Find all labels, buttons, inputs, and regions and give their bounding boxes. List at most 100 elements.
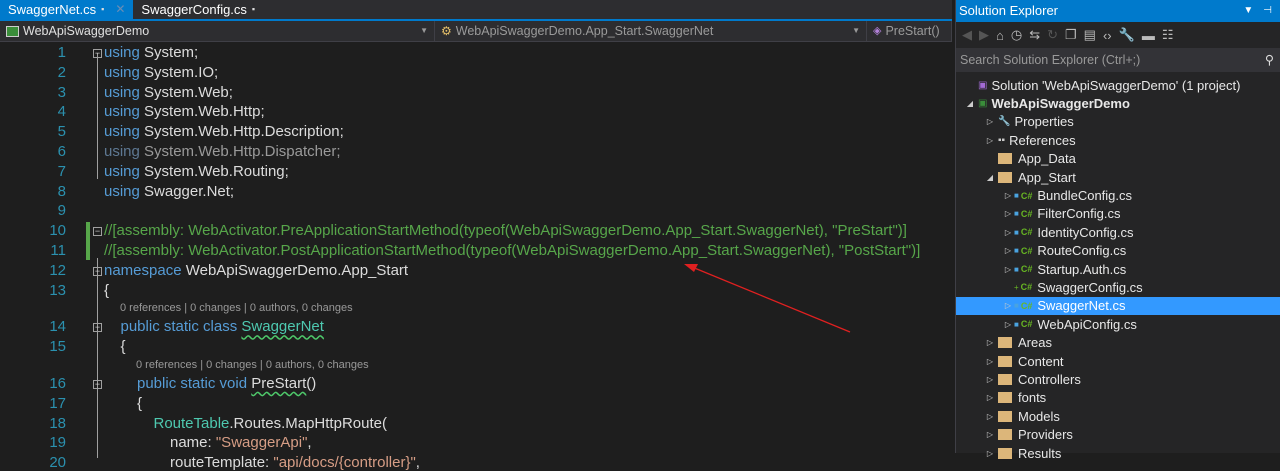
tree-item-label: Models xyxy=(1018,408,1060,424)
code-area[interactable]: 1− using System; 2 using System.IO; 3 using S… xyxy=(0,42,952,471)
type-dropdown[interactable]: ⚙ WebApiSwaggerDemo.App_Start.SwaggerNet ▼ xyxy=(435,21,867,41)
search-input[interactable]: Search Solution Explorer (Ctrl+;) ⚲ xyxy=(956,48,1280,72)
expand-arrow-icon[interactable]: ▷ xyxy=(984,393,996,402)
expand-arrow-icon[interactable]: ▷ xyxy=(1002,301,1014,310)
line-number: 1 xyxy=(57,44,66,61)
line-number: 6 xyxy=(57,143,66,160)
tree-item[interactable]: ▷ fonts xyxy=(956,389,1280,407)
search-icon[interactable]: ⚲ xyxy=(1265,48,1274,72)
code-token: public static void xyxy=(137,375,248,392)
folder-icon xyxy=(998,410,1012,422)
tree-item[interactable]: ▷ Controllers xyxy=(956,370,1280,388)
csharp-file-icon: C# xyxy=(1020,282,1033,293)
expand-arrow-icon[interactable]: ◢ xyxy=(964,99,976,108)
sync-icon[interactable]: ⇆ xyxy=(1029,27,1040,43)
code-token: System.IO; xyxy=(139,63,219,81)
tree-item[interactable]: ▷ Areas xyxy=(956,333,1280,351)
collapse-icon[interactable]: − xyxy=(93,266,102,276)
expand-arrow-icon[interactable]: ▷ xyxy=(984,412,996,421)
code-token: { xyxy=(104,281,110,299)
collapse-all-icon[interactable]: ❐ xyxy=(1065,27,1077,43)
tree-item[interactable]: ▷ 🔧 Properties xyxy=(956,113,1280,131)
tree-item[interactable]: App_Data xyxy=(956,150,1280,168)
expand-arrow-icon[interactable]: ▷ xyxy=(984,117,996,126)
pin-icon[interactable]: ⊣ xyxy=(1263,0,1272,22)
navigation-bar: WebApiSwaggerDemo ▼ ⚙ WebApiSwaggerDemo.Ap… xyxy=(0,21,952,42)
project-dropdown[interactable]: WebApiSwaggerDemo ▼ xyxy=(0,21,435,41)
folder-icon xyxy=(998,337,1012,349)
forward-icon[interactable]: ▶ xyxy=(979,27,989,43)
code-token: , xyxy=(307,434,312,452)
tree-item[interactable]: ▷ ▪▪ References xyxy=(956,131,1280,149)
codelens-info[interactable]: 0 references | 0 changes | 0 authors, 0 … xyxy=(120,302,353,314)
expand-arrow-icon[interactable]: ▷ xyxy=(984,375,996,384)
tree-item[interactable]: ◢ ▣ WebApiSwaggerDemo xyxy=(956,94,1280,112)
expand-arrow-icon[interactable]: ▷ xyxy=(984,136,996,145)
tree-item[interactable]: ▷ Content xyxy=(956,352,1280,370)
project-icon xyxy=(6,25,19,37)
tree-item[interactable]: + C# SwaggerConfig.cs xyxy=(956,278,1280,296)
codelens-info[interactable]: 0 references | 0 changes | 0 authors, 0 … xyxy=(136,359,369,371)
expand-arrow-icon[interactable]: ▷ xyxy=(984,449,996,458)
line-number: 13 xyxy=(49,281,66,299)
code-token: using xyxy=(104,44,140,61)
code-editor[interactable]: SwaggerNet.cs ▪ ✕ SwaggerConfig.cs ▪ WebApi… xyxy=(0,0,952,471)
expand-arrow-icon[interactable]: ▷ xyxy=(984,357,996,366)
view-code-icon[interactable]: ‹› xyxy=(1103,28,1112,43)
expand-arrow-icon[interactable]: ▷ xyxy=(1002,209,1014,218)
line-number: 17 xyxy=(49,394,66,412)
dropdown-icon[interactable]: ▼ xyxy=(1243,0,1253,22)
tree-item[interactable]: ▷ ■ C# SwaggerNet.cs xyxy=(956,296,1280,316)
code-token: { xyxy=(120,338,126,356)
code-line: public static void PreStart() xyxy=(137,375,316,392)
solution-tree: ▣ Solution 'WebApiSwaggerDemo' (1 project… xyxy=(956,76,1280,462)
properties-icon[interactable]: 🔧 xyxy=(1119,27,1135,43)
tree-item[interactable]: ▷ ■ C# RouteConfig.cs xyxy=(956,242,1280,260)
tree-item[interactable]: ▷ Providers xyxy=(956,425,1280,443)
expand-arrow-icon[interactable]: ▷ xyxy=(984,430,996,439)
tab-swaggerconfig[interactable]: SwaggerConfig.cs ▪ xyxy=(133,0,263,19)
refresh-icon[interactable]: ↻ xyxy=(1047,27,1058,43)
tree-item[interactable]: ▷ Models xyxy=(956,407,1280,425)
expand-arrow-icon[interactable]: ▷ xyxy=(1002,265,1014,274)
member-dropdown[interactable]: ◈ PreStart() xyxy=(867,21,952,41)
tab-swaggernet[interactable]: SwaggerNet.cs ▪ ✕ xyxy=(0,0,134,19)
pin-icon[interactable]: ▪ xyxy=(101,0,104,19)
solution-explorer-toolbar: ◀ ▶ ⌂ ◷ ⇆ ↻ ❐ ▤ ‹› 🔧 ▬ ☷ xyxy=(956,22,1280,48)
tree-item[interactable]: ◢ App_Start xyxy=(956,168,1280,186)
show-all-files-icon[interactable]: ▤ xyxy=(1084,27,1096,43)
collapse-icon[interactable]: − xyxy=(93,323,102,333)
back-icon[interactable]: ◀ xyxy=(962,27,972,43)
tree-item[interactable]: ▷ ■ C# FilterConfig.cs xyxy=(956,205,1280,223)
tree-item[interactable]: ▷ ■ C# Startup.Auth.cs xyxy=(956,260,1280,278)
tree-item[interactable]: ▷ Results xyxy=(956,444,1280,462)
history-icon[interactable]: ◷ xyxy=(1011,27,1022,43)
collapse-icon[interactable]: − xyxy=(93,49,102,58)
class-diagram-icon[interactable]: ☷ xyxy=(1162,27,1174,43)
expand-arrow-icon[interactable]: ◢ xyxy=(984,173,996,182)
preview-icon[interactable]: ▬ xyxy=(1142,28,1155,43)
tree-item[interactable]: ▷ ■ C# IdentityConfig.cs xyxy=(956,223,1280,241)
collapse-icon[interactable]: − xyxy=(93,380,102,389)
code-line: public static class SwaggerNet xyxy=(121,318,324,335)
expand-arrow-icon[interactable]: ▷ xyxy=(1002,228,1014,237)
code-line: name: "SwaggerApi", xyxy=(170,434,312,451)
code-line: namespace WebApiSwaggerDemo.App_Start xyxy=(104,262,408,279)
home-icon[interactable]: ⌂ xyxy=(996,28,1004,43)
tree-item[interactable]: ▷ ■ C# BundleConfig.cs xyxy=(956,186,1280,204)
tree-item-label: References xyxy=(1009,132,1076,148)
tree-item[interactable]: ▷ ■ C# WebApiConfig.cs xyxy=(956,315,1280,333)
tree-item[interactable]: ▣ Solution 'WebApiSwaggerDemo' (1 project… xyxy=(956,76,1280,94)
expand-arrow-icon[interactable]: ▷ xyxy=(1002,246,1014,255)
close-icon[interactable]: ✕ xyxy=(115,0,125,19)
code-token: using xyxy=(104,63,140,81)
collapse-icon[interactable]: − xyxy=(93,227,102,237)
code-token: System.Web.Http.Dispatcher; xyxy=(139,143,341,160)
expand-arrow-icon[interactable]: ▷ xyxy=(1002,191,1014,200)
code-line: routeTemplate: "api/docs/{controller}", xyxy=(170,454,420,471)
tree-item-label: BundleConfig.cs xyxy=(1037,188,1133,204)
code-token: Swagger.Net; xyxy=(139,182,235,200)
project-icon: ▣ xyxy=(978,98,988,110)
expand-arrow-icon[interactable]: ▷ xyxy=(1002,320,1014,329)
expand-arrow-icon[interactable]: ▷ xyxy=(984,338,996,347)
